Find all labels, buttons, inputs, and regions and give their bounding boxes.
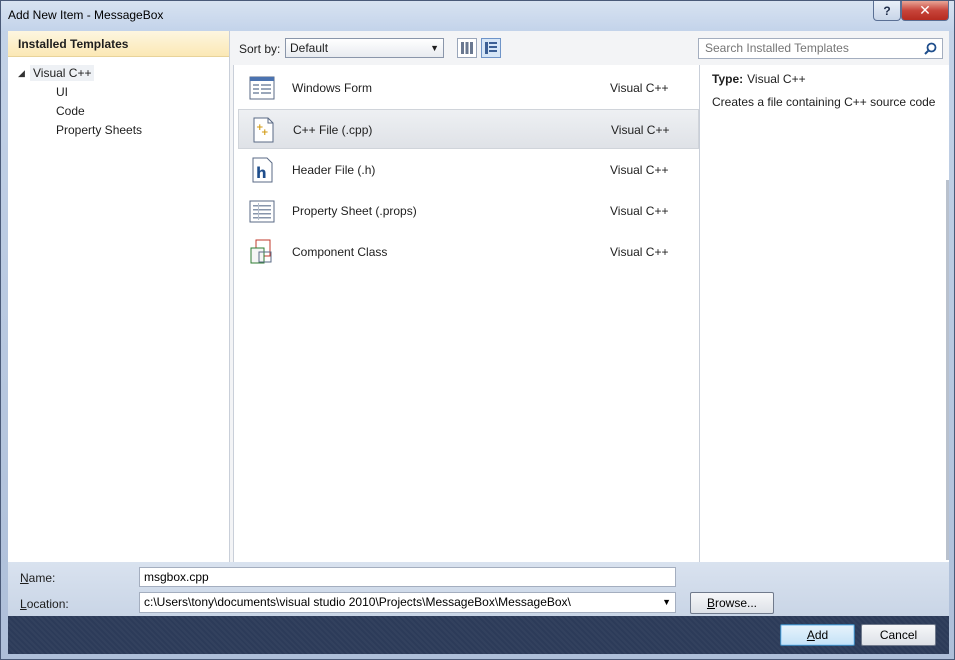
template-item-name: C++ File (.cpp) xyxy=(293,123,373,137)
close-icon: ✕ xyxy=(919,2,931,18)
template-item-component-class[interactable]: Component Class Visual C++ xyxy=(238,232,699,272)
search-button[interactable] xyxy=(924,42,937,61)
templates-tree-pane: Installed Templates ◢ Visual C++ UI Code… xyxy=(8,31,230,562)
small-icons-view-button[interactable] xyxy=(457,38,477,58)
search-icon xyxy=(924,42,937,55)
template-item-header-file[interactable]: h Header File (.h) Visual C++ xyxy=(238,150,699,190)
template-item-language: Visual C++ xyxy=(610,163,669,177)
template-item-language: Visual C++ xyxy=(611,123,670,137)
sort-by-label: Sort by: xyxy=(239,42,281,56)
template-item-cpp-file[interactable]: + + C++ File (.cpp) Visual C++ xyxy=(238,109,699,149)
svg-text:+: + xyxy=(261,128,269,138)
medium-icons-view-button[interactable] xyxy=(481,38,501,58)
template-item-name: Header File (.h) xyxy=(292,163,376,177)
item-properties-area: Name: Location: c:\Users\tony\documents\… xyxy=(8,562,949,616)
property-sheet-icon xyxy=(249,200,275,223)
title-bar[interactable]: Add New Item - MessageBox ? ✕ xyxy=(1,1,954,31)
search-input[interactable] xyxy=(705,41,915,55)
template-item-windows-form[interactable]: Windows Form Visual C++ xyxy=(238,68,699,108)
tree-item-label: Visual C++ xyxy=(30,65,95,81)
windows-form-icon xyxy=(249,76,275,100)
close-button[interactable]: ✕ xyxy=(901,1,949,21)
template-type: Type: Visual C++ xyxy=(712,72,806,86)
template-item-name: Windows Form xyxy=(292,81,373,95)
dialog-footer: Add Cancel xyxy=(8,616,949,654)
template-item-language: Visual C++ xyxy=(610,245,669,259)
type-value: Visual C++ xyxy=(747,72,806,86)
tree-item-visual-cpp[interactable]: ◢ Visual C++ xyxy=(18,65,95,81)
tree-item-code[interactable]: Code xyxy=(56,103,85,119)
location-combobox[interactable]: c:\Users\tony\documents\visual studio 20… xyxy=(139,592,676,613)
add-new-item-dialog: Add New Item - MessageBox ? ✕ Installed … xyxy=(0,0,955,660)
browse-button[interactable]: Browse... xyxy=(690,592,774,614)
location-value: c:\Users\tony\documents\visual studio 20… xyxy=(144,595,571,609)
small-icons-view-icon xyxy=(461,42,473,54)
template-item-name: Component Class xyxy=(292,245,388,259)
tree-item-ui[interactable]: UI xyxy=(56,84,68,100)
details-scrollbar[interactable] xyxy=(946,180,949,560)
name-label: Name: xyxy=(20,571,56,585)
dialog-client: Installed Templates ◢ Visual C++ UI Code… xyxy=(8,31,949,654)
header-file-icon: h xyxy=(252,157,273,183)
list-view-icon xyxy=(485,42,497,54)
installed-templates-header[interactable]: Installed Templates xyxy=(8,31,229,57)
cpp-file-icon: + + xyxy=(253,117,274,143)
tree-item-property-sheets[interactable]: Property Sheets xyxy=(56,122,142,138)
component-class-icon xyxy=(250,239,272,264)
help-button[interactable]: ? xyxy=(873,1,901,21)
expand-arrow-icon[interactable]: ◢ xyxy=(18,68,30,79)
sort-by-value: Default xyxy=(290,41,329,55)
svg-text:h: h xyxy=(256,164,267,182)
name-field[interactable] xyxy=(139,567,676,587)
search-box[interactable] xyxy=(698,38,943,59)
help-icon: ? xyxy=(883,3,891,18)
type-label: Type: xyxy=(712,72,744,86)
template-item-language: Visual C++ xyxy=(610,204,669,218)
templates-list: Windows Form Visual C++ + + C++ File (.c… xyxy=(233,65,699,562)
add-button[interactable]: Add xyxy=(780,624,855,646)
template-item-name: Property Sheet (.props) xyxy=(292,204,417,218)
template-item-property-sheet[interactable]: Property Sheet (.props) Visual C++ xyxy=(238,191,699,231)
dropdown-arrow-icon: ▼ xyxy=(430,43,439,53)
location-label: Location: xyxy=(20,597,69,611)
sort-toolbar: Sort by: Default ▼ xyxy=(230,31,697,65)
window-title: Add New Item - MessageBox xyxy=(8,8,164,22)
dropdown-arrow-icon[interactable]: ▼ xyxy=(662,593,671,612)
sort-by-dropdown[interactable]: Default ▼ xyxy=(285,38,444,58)
template-description: Creates a file containing C++ source cod… xyxy=(712,95,936,109)
template-details-pane: Type: Visual C++ Creates a file containin… xyxy=(699,65,949,562)
template-item-language: Visual C++ xyxy=(610,81,669,95)
cancel-button[interactable]: Cancel xyxy=(861,624,936,646)
